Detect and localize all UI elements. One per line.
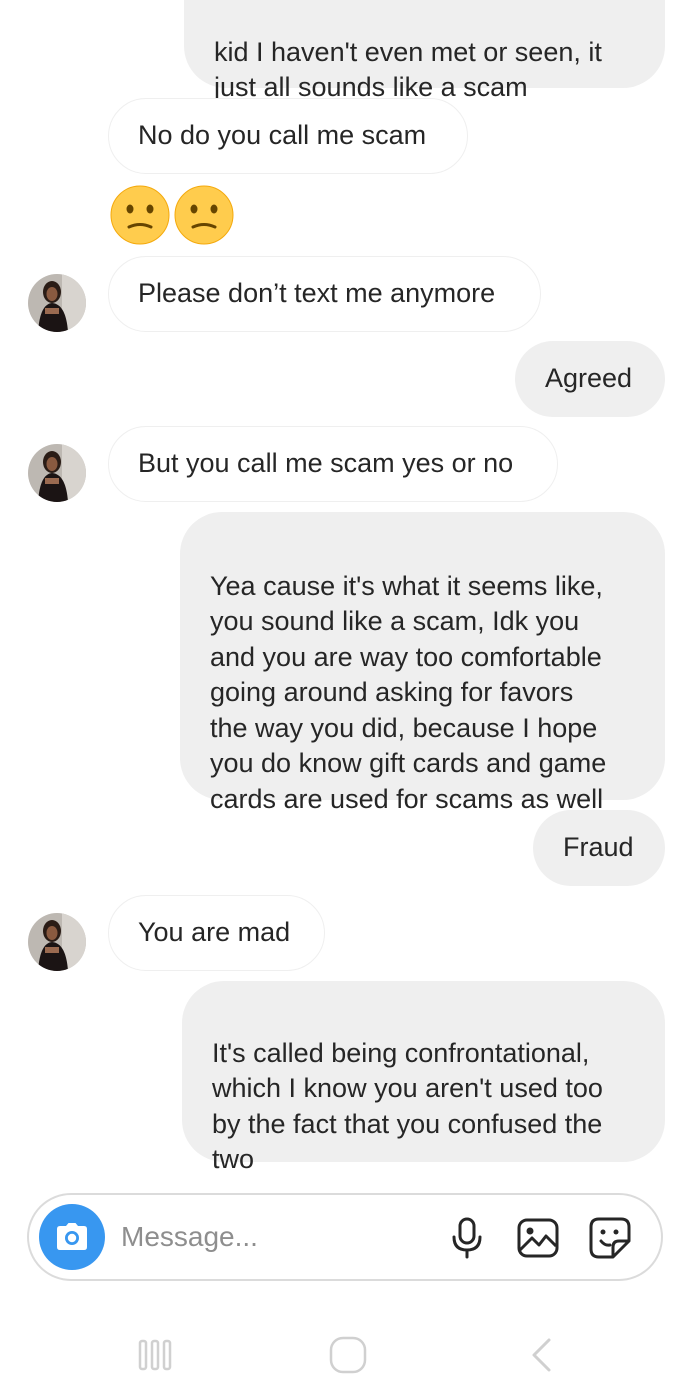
contact-avatar[interactable]	[28, 274, 86, 332]
gallery-icon	[517, 1218, 559, 1258]
message-bubble-incoming[interactable]: You are mad	[108, 895, 325, 971]
message-bubble-outgoing[interactable]: It's called being confrontational, which…	[182, 981, 665, 1174]
contact-avatar[interactable]	[28, 444, 86, 502]
message-text: Yea cause it's what it seems like, you s…	[210, 570, 607, 814]
microphone-button[interactable]	[443, 1214, 491, 1262]
contact-avatar[interactable]	[28, 913, 86, 971]
message-text: You are mad	[138, 917, 291, 948]
message-bubble-outgoing[interactable]: kid I haven't even met or seen, it just …	[184, 0, 665, 102]
confused-face-emoji	[110, 185, 170, 245]
gallery-button[interactable]	[514, 1214, 562, 1262]
sticker-icon	[589, 1217, 631, 1259]
recent-apps-icon	[138, 1339, 172, 1371]
message-bubble-incoming[interactable]: But you call me scam yes or no	[108, 426, 558, 502]
message-text: Agreed	[545, 363, 633, 394]
home-icon	[329, 1336, 367, 1374]
message-bubble-incoming[interactable]: No do you call me scam	[108, 98, 468, 174]
message-bubble-outgoing[interactable]: Yea cause it's what it seems like, you s…	[180, 512, 665, 814]
back-icon	[532, 1338, 551, 1372]
recent-apps-button[interactable]	[125, 1330, 185, 1380]
home-button[interactable]	[318, 1330, 378, 1380]
confused-face-emoji	[174, 185, 234, 245]
message-bubble-outgoing[interactable]: Fraud	[533, 810, 665, 886]
message-text: kid I haven't even met or seen, it just …	[214, 36, 602, 103]
sticker-button[interactable]	[586, 1214, 634, 1262]
system-navigation-bar	[0, 1300, 690, 1395]
back-button[interactable]	[511, 1330, 571, 1380]
message-bubble-incoming[interactable]: Please don’t text me anymore	[108, 256, 541, 332]
message-input[interactable]	[121, 1215, 421, 1259]
message-text: But you call me scam yes or no	[138, 448, 514, 479]
message-text: It's called being confrontational, which…	[212, 1037, 603, 1175]
camera-icon	[57, 1223, 87, 1250]
message-text: Fraud	[563, 832, 634, 863]
camera-button[interactable]	[39, 1204, 105, 1270]
message-text: No do you call me scam	[138, 120, 427, 151]
message-bubble-outgoing[interactable]: Agreed	[515, 341, 665, 417]
message-composer	[27, 1193, 663, 1281]
message-text: Please don’t text me anymore	[138, 278, 496, 309]
microphone-icon	[452, 1217, 482, 1259]
message-thread[interactable]: kid I haven't even met or seen, it just …	[0, 0, 690, 1190]
